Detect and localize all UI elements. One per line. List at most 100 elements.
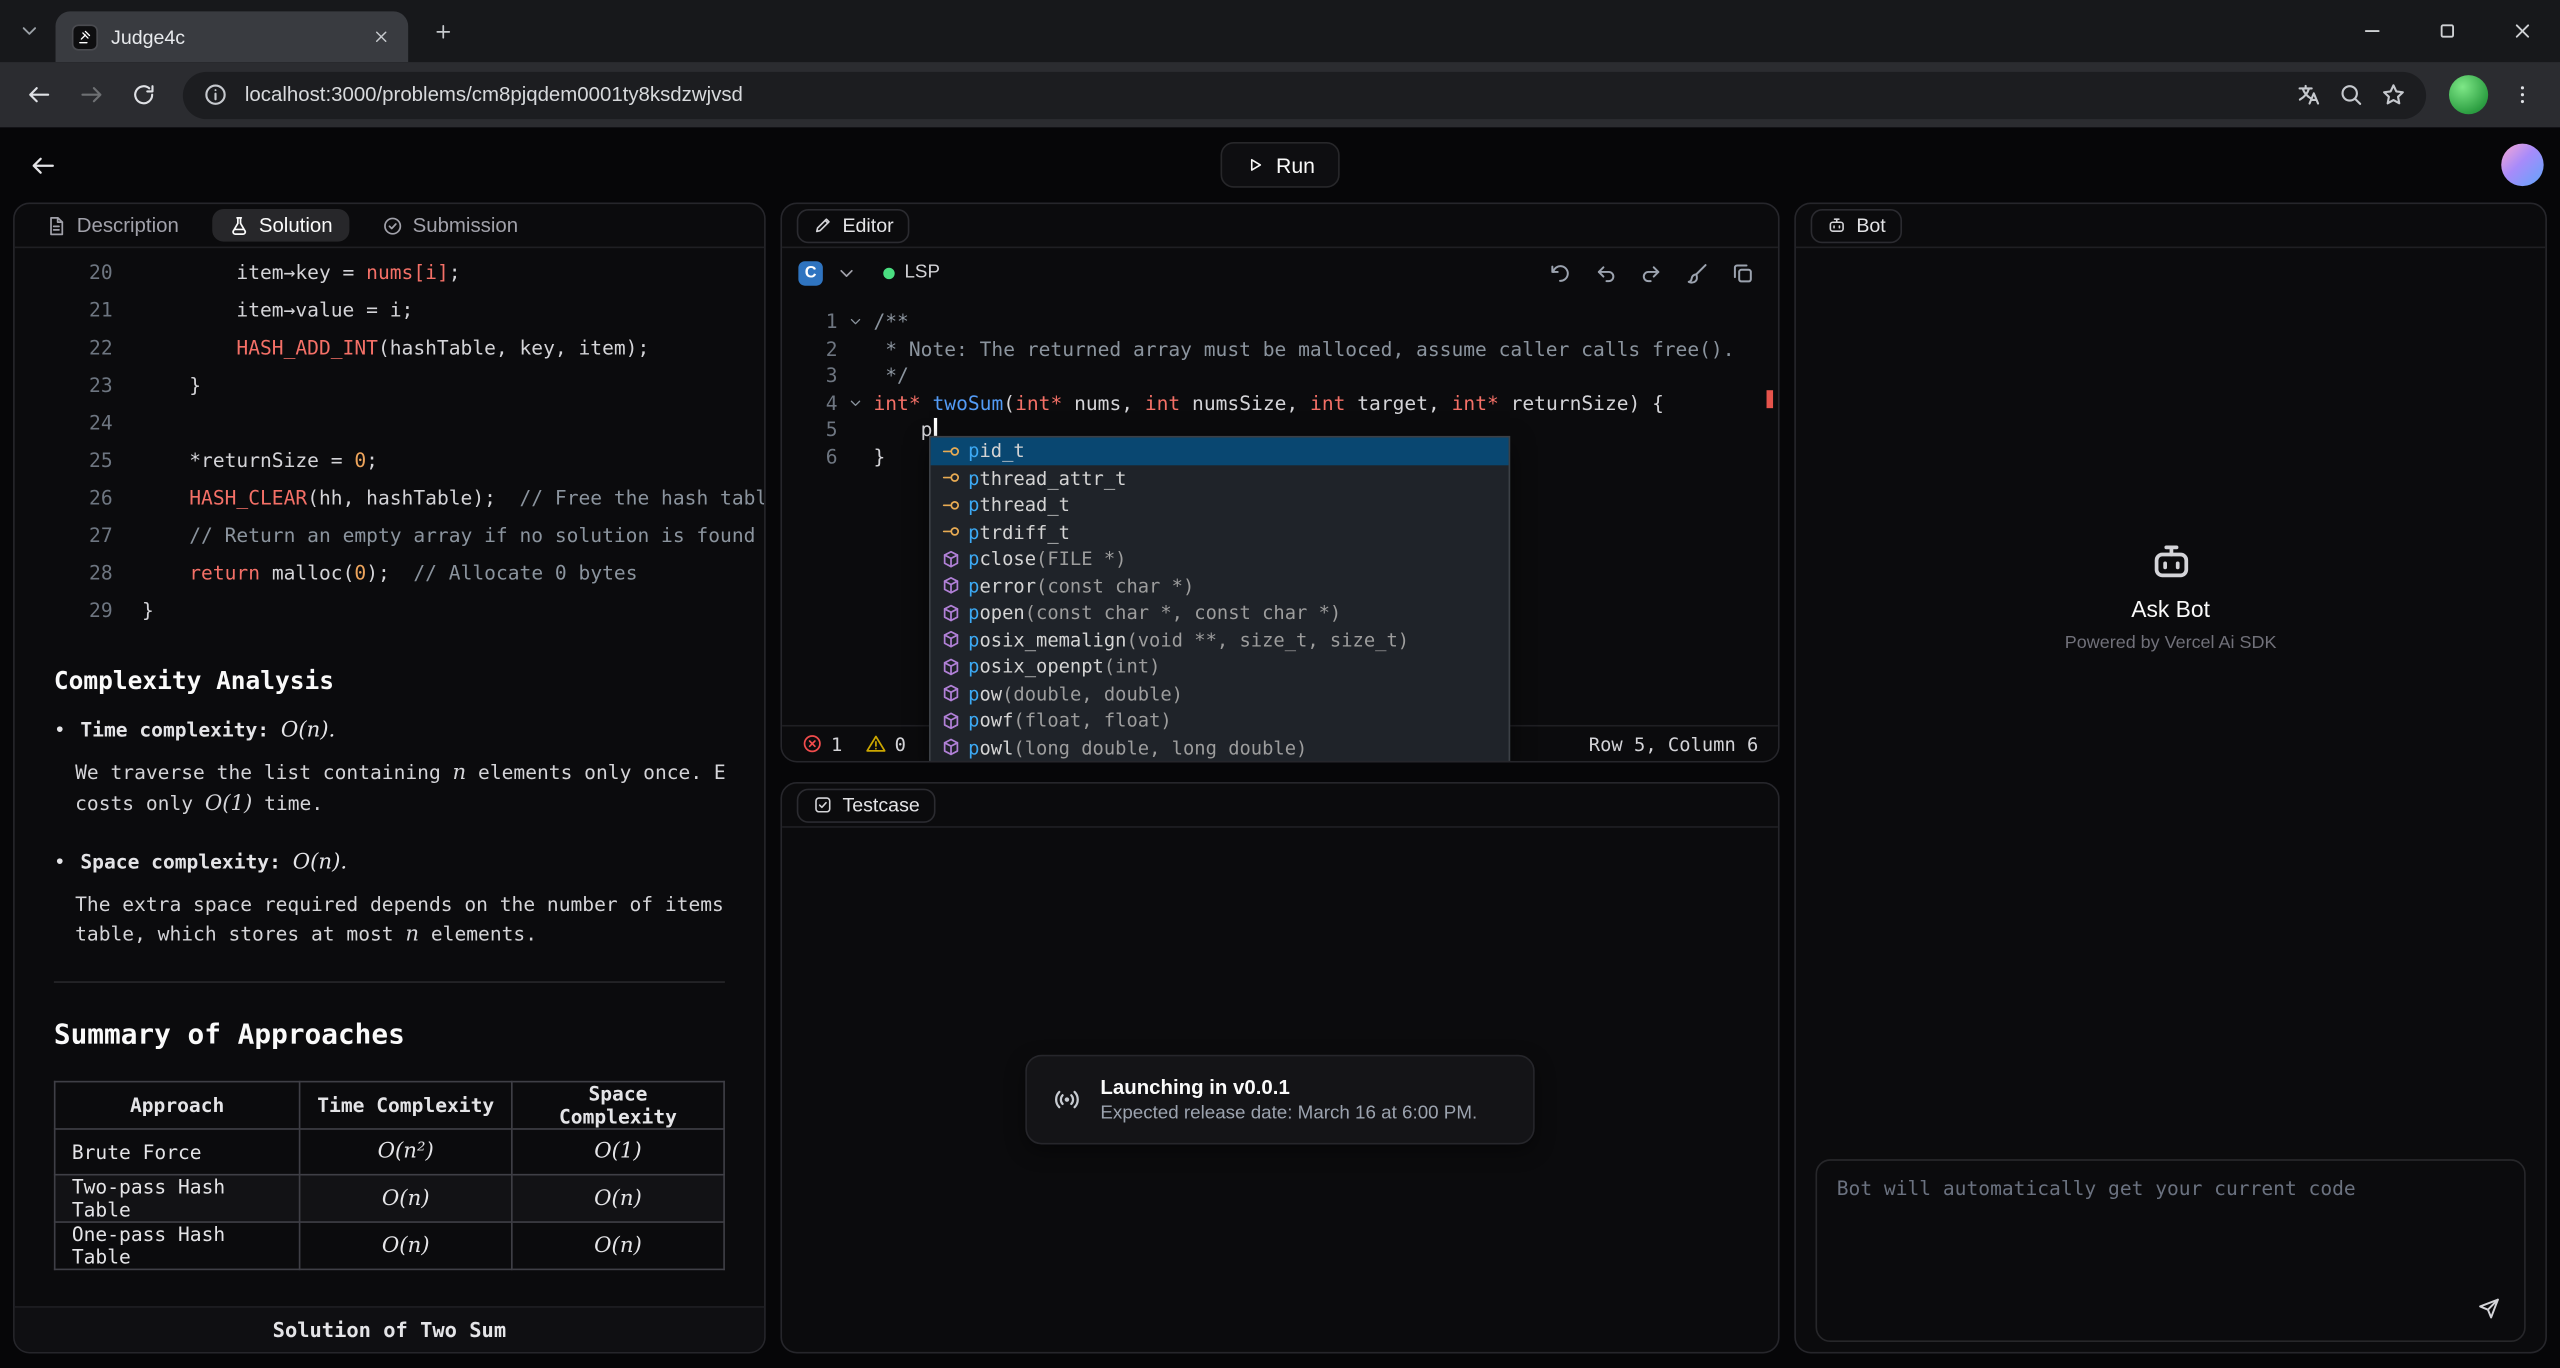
- browser-tab[interactable]: Judge4c: [56, 11, 409, 62]
- search-lens-icon[interactable]: [2338, 82, 2364, 108]
- translate-icon[interactable]: [2296, 82, 2322, 108]
- user-avatar[interactable]: [2501, 144, 2543, 186]
- language-select-chevron[interactable]: [836, 262, 857, 283]
- code-line-22: 22 HASH_ADD_INT(hashTable, key, item);: [15, 330, 764, 368]
- line-number: 4: [782, 389, 838, 416]
- suggestion-pclose[interactable]: pclose(FILE *): [931, 545, 1509, 572]
- undo-button[interactable]: [1585, 253, 1624, 292]
- table-row: One-pass Hash TableO(n)O(n): [55, 1222, 724, 1269]
- window-close-button[interactable]: [2485, 0, 2560, 62]
- new-tab-button[interactable]: [421, 10, 463, 52]
- pencil-icon: [813, 216, 833, 236]
- editor-panel: Editor C LSP 1/**2 * Note: The returned …: [780, 202, 1779, 762]
- fold-spacer: [838, 362, 874, 389]
- window-controls: [2335, 0, 2560, 62]
- error-icon: [802, 733, 823, 754]
- line-number: 28: [15, 555, 113, 593]
- copy-code-button[interactable]: [1722, 253, 1761, 292]
- code-line-1[interactable]: 1/**: [782, 309, 1778, 336]
- autocomplete-popup: pid_tpthread_attr_tpthread_tptrdiff_tpcl…: [929, 436, 1510, 763]
- tab-search-button[interactable]: [10, 11, 49, 50]
- suggestion-pthread_t[interactable]: pthread_t: [931, 491, 1509, 518]
- browser-reload-button[interactable]: [121, 72, 167, 118]
- code-line-4[interactable]: 4int* twoSum(int* nums, int numsSize, in…: [782, 389, 1778, 416]
- run-button[interactable]: Run: [1221, 142, 1340, 188]
- send-button[interactable]: [2469, 1288, 2508, 1327]
- line-number: 6: [782, 443, 838, 470]
- tab-title: Judge4c: [111, 25, 353, 48]
- suggestion-pid_t[interactable]: pid_t: [931, 438, 1509, 465]
- suggestion-perror[interactable]: perror(const char *): [931, 572, 1509, 599]
- solution-content: 20 item→key = nums[i];21 item→value = i;…: [15, 248, 764, 1306]
- typedef-kind-icon: [937, 438, 963, 464]
- warning-icon: [865, 733, 886, 754]
- testcase-badge: Testcase: [797, 788, 936, 822]
- suggestion-pow[interactable]: pow(double, double): [931, 680, 1509, 707]
- site-info-icon[interactable]: [202, 82, 228, 108]
- judge4c-favicon: [72, 24, 98, 50]
- code-line-24: 24: [15, 405, 764, 443]
- line-number: 1: [782, 309, 838, 336]
- dots-vertical-icon: [2511, 83, 2534, 106]
- panel-footer: Solution of Two Sum: [15, 1306, 764, 1352]
- tab-close-button[interactable]: [366, 22, 395, 51]
- warning-count[interactable]: 0: [865, 732, 906, 755]
- code-line-25: 25 *returnSize = 0;: [15, 442, 764, 480]
- brush-icon: [1684, 260, 1708, 284]
- fold-chevron-icon[interactable]: [838, 309, 874, 336]
- bot-message-input[interactable]: [1817, 1161, 2524, 1292]
- code-line-21: 21 item→value = i;: [15, 292, 764, 330]
- app-back-button[interactable]: [20, 142, 66, 188]
- square-check-icon: [813, 795, 833, 815]
- fold-spacer: [838, 416, 874, 443]
- suggestion-powf[interactable]: powf(float, float): [931, 707, 1509, 734]
- undo-icon: [1593, 260, 1617, 284]
- reset-code-button[interactable]: [1540, 253, 1579, 292]
- line-number: 3: [782, 362, 838, 389]
- window-minimize-button[interactable]: [2335, 0, 2410, 62]
- tab-description[interactable]: Description: [29, 209, 195, 242]
- problem-tabs: Description Solution Submission: [15, 204, 764, 248]
- table-row: Brute ForceO(n²)O(1): [55, 1129, 724, 1175]
- bot-title: Ask Bot: [2131, 596, 2210, 622]
- flask-icon: [228, 215, 249, 236]
- code-line-3[interactable]: 3 */: [782, 362, 1778, 389]
- bookmark-star-icon[interactable]: [2380, 82, 2406, 108]
- line-number: 21: [15, 292, 113, 330]
- tab-solution[interactable]: Solution: [211, 209, 348, 242]
- function-kind-icon: [937, 600, 963, 626]
- suggestion-pthread_attr_t[interactable]: pthread_attr_t: [931, 464, 1509, 491]
- window-maximize-button[interactable]: [2410, 0, 2485, 62]
- play-icon: [1245, 155, 1265, 175]
- browser-back-button[interactable]: [16, 72, 62, 118]
- send-icon: [2476, 1296, 2500, 1320]
- redo-button[interactable]: [1631, 253, 1670, 292]
- function-kind-icon: [937, 707, 963, 733]
- address-bar[interactable]: localhost:3000/problems/cm8pjqdem0001ty8…: [183, 71, 2426, 118]
- complexity-item: •Space complexity: O(n).The extra space …: [54, 851, 725, 951]
- lsp-status-dot: [883, 267, 894, 278]
- fold-chevron-icon[interactable]: [838, 389, 874, 416]
- maximize-icon: [2436, 20, 2459, 43]
- broadcast-icon: [1053, 1086, 1081, 1114]
- format-code-button[interactable]: [1677, 253, 1716, 292]
- tab-submission[interactable]: Submission: [365, 209, 534, 242]
- suggestion-posix_memalign[interactable]: posix_memalign(void **, size_t, size_t): [931, 626, 1509, 653]
- chevron-down-icon: [18, 20, 41, 43]
- suggestion-popen[interactable]: popen(const char *, const char *): [931, 599, 1509, 626]
- line-number: 24: [15, 405, 113, 443]
- function-kind-icon: [937, 734, 963, 760]
- problem-panel: Description Solution Submission 20 item→ke…: [13, 202, 766, 1353]
- browser-profile-avatar[interactable]: [2449, 75, 2488, 114]
- suggestion-posix_openpt[interactable]: posix_openpt(int): [931, 653, 1509, 680]
- suggestion-ptrdiff_t[interactable]: ptrdiff_t: [931, 518, 1509, 545]
- complexity-list: •Time complexity: O(n).We traverse the l…: [54, 718, 725, 950]
- browser-menu-button[interactable]: [2501, 73, 2543, 115]
- code-line-23: 23 }: [15, 367, 764, 405]
- suggestion-powl[interactable]: powl(long double, long double): [931, 734, 1509, 761]
- browser-forward-button[interactable]: [69, 72, 115, 118]
- cursor-position: Row 5, Column 6: [1589, 732, 1759, 755]
- error-count[interactable]: 1: [802, 732, 843, 755]
- code-line-2[interactable]: 2 * Note: The returned array must be mal…: [782, 336, 1778, 363]
- rotate-ccw-icon: [1547, 260, 1571, 284]
